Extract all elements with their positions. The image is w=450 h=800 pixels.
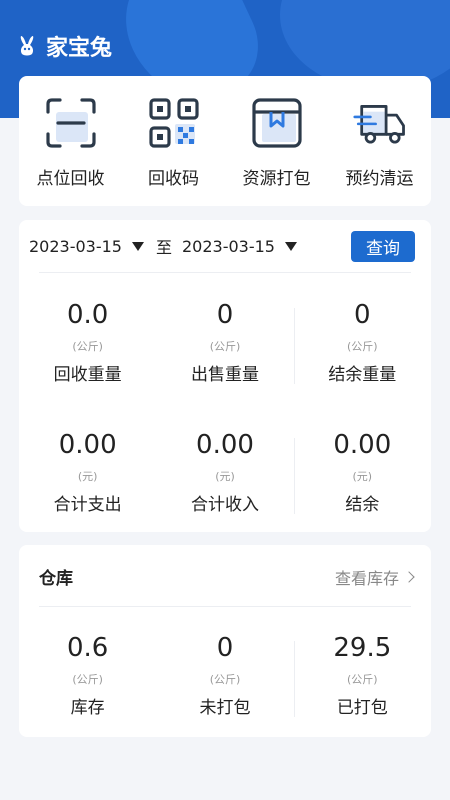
stat-total-income: 0.00 (元) 合计收入 xyxy=(156,428,293,515)
stat-total-expense: 0.00 (元) 合计支出 xyxy=(19,428,156,515)
stat-sold-weight: 0 (公斤) 出售重量 xyxy=(156,298,293,385)
stats-card: 2023-03-15 至 2023-03-15 查询 0.0 (公斤) 回收重量… xyxy=(19,220,431,532)
warehouse-header: 仓库 查看库存 xyxy=(19,545,431,607)
stat-unit: (元) xyxy=(77,470,98,483)
stat-unit: (公斤) xyxy=(347,340,378,353)
warehouse-title: 仓库 xyxy=(39,568,73,589)
weight-stats-row: 0.0 (公斤) 回收重量 0 (公斤) 出售重量 0 (公斤) 结余重量 xyxy=(19,298,431,385)
stat-packed: 29.5 (公斤) 已打包 xyxy=(293,631,431,718)
warehouse-stats-row: 0.6 (公斤) 库存 0 (公斤) 未打包 29.5 (公斤) 已打包 xyxy=(19,631,431,718)
money-stats-row: 0.00 (元) 合计支出 0.00 (元) 合计收入 0.00 (元) 结余 xyxy=(19,428,431,515)
stat-value: 0.0 xyxy=(66,300,109,330)
stat-value: 0.00 xyxy=(58,430,117,460)
date-filter: 2023-03-15 至 2023-03-15 查询 xyxy=(19,220,431,272)
stat-label: 已打包 xyxy=(336,698,388,718)
stat-balance: 0.00 (元) 结余 xyxy=(293,428,431,515)
action-point-recycle[interactable]: 点位回收 xyxy=(19,76,122,206)
quick-actions-card: 点位回收 回收码 资源打包 预约清运 xyxy=(19,76,431,206)
divider xyxy=(293,438,295,514)
stat-label: 出售重量 xyxy=(190,365,259,385)
stat-unpacked: 0 (公斤) 未打包 xyxy=(156,631,293,718)
start-date-picker[interactable]: 2023-03-15 xyxy=(29,237,144,256)
stat-value: 0 xyxy=(354,300,371,330)
start-date-value: 2023-03-15 xyxy=(29,236,122,256)
divider xyxy=(39,272,411,273)
stat-recycle-weight: 0.0 (公斤) 回收重量 xyxy=(19,298,156,385)
app-brand: 家宝兔 xyxy=(16,30,112,62)
chevron-right-icon xyxy=(403,571,415,583)
stat-value: 0.00 xyxy=(196,430,254,460)
qr-code-icon xyxy=(148,98,199,148)
view-inventory-link[interactable]: 查看库存 xyxy=(334,565,415,589)
stat-unit: (元) xyxy=(352,470,373,483)
app-title: 家宝兔 xyxy=(46,36,113,61)
stat-value: 0 xyxy=(216,633,234,663)
divider xyxy=(293,308,295,384)
stat-unit: (公斤) xyxy=(72,340,103,353)
divider xyxy=(293,641,295,717)
package-box-icon xyxy=(251,98,302,148)
warehouse-card: 仓库 查看库存 0.6 (公斤) 库存 0 (公斤) 未打包 29.5 (公斤)… xyxy=(19,545,431,737)
action-recycle-code[interactable]: 回收码 xyxy=(122,76,225,206)
view-inventory-label: 查看库存 xyxy=(334,569,399,588)
query-button[interactable]: 查询 xyxy=(351,231,415,262)
divider xyxy=(39,606,411,607)
action-label: 预约清运 xyxy=(345,169,414,189)
dropdown-arrow-icon xyxy=(284,241,297,251)
stat-label: 合计收入 xyxy=(190,495,259,515)
stat-value: 0 xyxy=(216,300,234,330)
stat-value: 29.5 xyxy=(333,633,392,663)
stat-label: 回收重量 xyxy=(53,365,122,385)
stat-value: 0.00 xyxy=(333,430,392,460)
stat-unit: (公斤) xyxy=(209,673,241,686)
truck-icon xyxy=(352,105,405,144)
stat-unit: (公斤) xyxy=(72,673,103,686)
stat-label: 库存 xyxy=(70,698,105,718)
stat-label: 结余重量 xyxy=(328,365,397,385)
stat-label: 未打包 xyxy=(199,698,251,718)
stat-inventory: 0.6 (公斤) 库存 xyxy=(19,631,156,718)
end-date-picker[interactable]: 2023-03-15 xyxy=(182,237,297,256)
stat-unit: (公斤) xyxy=(209,340,241,353)
scan-icon xyxy=(45,98,96,148)
stat-label: 合计支出 xyxy=(53,495,122,515)
stat-unit: (元) xyxy=(215,470,235,483)
action-label: 点位回收 xyxy=(36,169,105,189)
stat-value: 0.6 xyxy=(66,633,109,663)
action-label: 回收码 xyxy=(148,169,199,189)
stat-unit: (公斤) xyxy=(347,673,378,686)
stat-balance-weight: 0 (公斤) 结余重量 xyxy=(293,298,431,385)
rabbit-icon xyxy=(20,36,34,56)
stat-label: 结余 xyxy=(345,495,380,515)
action-schedule-pickup[interactable]: 预约清运 xyxy=(328,76,431,206)
end-date-value: 2023-03-15 xyxy=(182,236,275,256)
action-label: 资源打包 xyxy=(242,169,311,189)
dropdown-arrow-icon xyxy=(131,241,144,251)
action-resource-pack[interactable]: 资源打包 xyxy=(225,76,328,206)
date-range-separator: 至 xyxy=(155,238,172,257)
